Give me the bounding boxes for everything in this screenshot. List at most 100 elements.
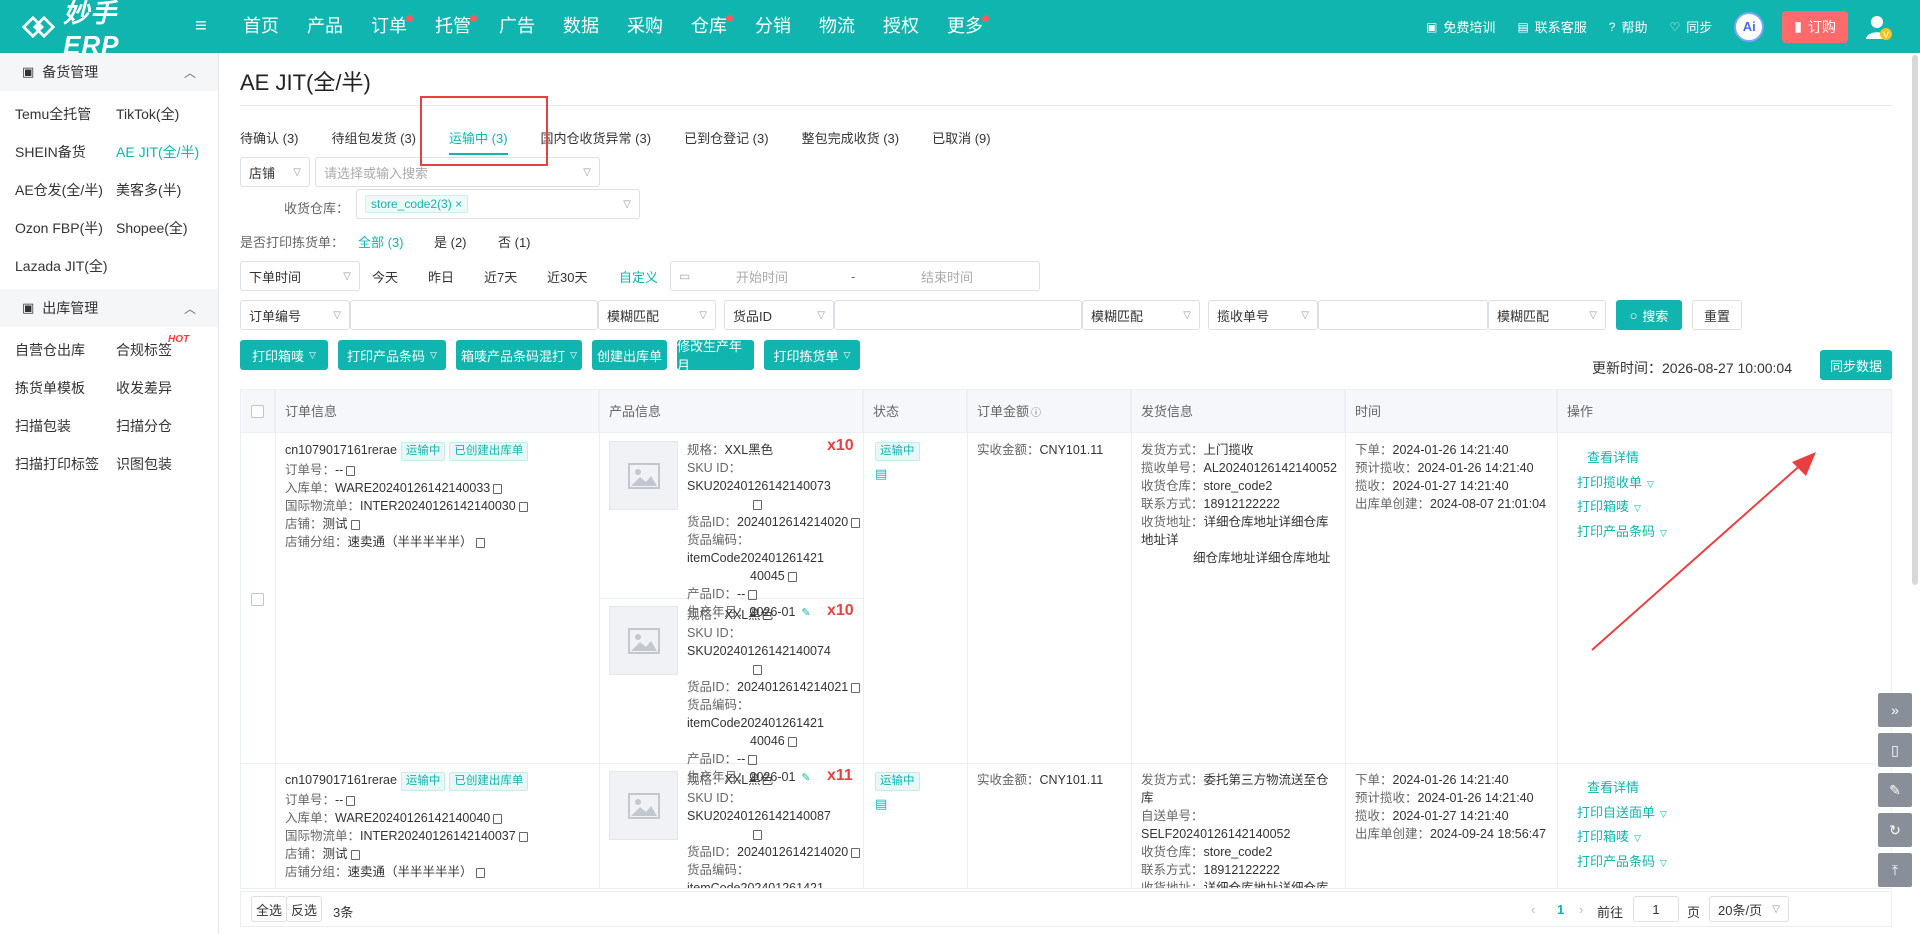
action-button[interactable]: 箱唛产品条码混打 ▽ bbox=[456, 340, 582, 370]
clipboard-icon[interactable]: ▤ bbox=[875, 465, 920, 483]
order-match-select[interactable]: 模糊匹配 ▽ bbox=[598, 300, 716, 330]
nav-item[interactable]: 产品 bbox=[293, 0, 357, 53]
sidebar-item[interactable]: 合规标签 HOT bbox=[116, 331, 234, 369]
copy-icon[interactable] bbox=[518, 831, 528, 842]
tab-status[interactable]: 已取消 (9) bbox=[932, 121, 991, 157]
nav-item[interactable]: 授权 bbox=[869, 0, 933, 53]
sync-data-button[interactable]: 同步数据 bbox=[1820, 350, 1892, 380]
nav-item[interactable]: 更多 bbox=[933, 0, 997, 53]
logo[interactable]: 妙手ERP bbox=[20, 0, 165, 61]
sidebar-item[interactable]: 扫描包装 bbox=[15, 407, 116, 445]
copy-icon[interactable] bbox=[475, 867, 485, 878]
tab-status[interactable]: 已到仓登记 (3) bbox=[684, 121, 769, 157]
sidebar-item[interactable]: Lazada JIT(全) bbox=[15, 247, 116, 285]
print-opt-yes[interactable]: 是 (2) bbox=[434, 232, 467, 251]
sidebar-item[interactable]: 拣货单模板 bbox=[15, 369, 116, 407]
copy-icon[interactable] bbox=[346, 795, 356, 806]
page-size-select[interactable]: 20条/页 ▽ bbox=[1709, 896, 1789, 922]
copy-icon[interactable] bbox=[346, 465, 356, 476]
action-button[interactable]: 修改生产年月 bbox=[677, 339, 754, 373]
product-image[interactable] bbox=[609, 441, 678, 510]
time-opt-custom[interactable]: 自定义 bbox=[619, 267, 658, 286]
copy-icon[interactable] bbox=[518, 501, 528, 512]
time-type-select[interactable]: 下单时间 ▽ bbox=[240, 261, 360, 291]
nav-item[interactable]: 订单 bbox=[357, 0, 421, 53]
sidebar-item[interactable]: 美客多(半) bbox=[116, 171, 234, 209]
copy-icon[interactable] bbox=[787, 736, 797, 747]
sidebar-item[interactable]: Shopee(全) bbox=[116, 209, 234, 247]
nav-item[interactable]: 广告 bbox=[485, 0, 549, 53]
menu-toggle-icon[interactable]: ≡ bbox=[195, 15, 219, 38]
service-link[interactable]: ▤ 联系客服 bbox=[1517, 17, 1586, 36]
search-button[interactable]: ○ 搜索 bbox=[1616, 300, 1682, 330]
pickup-field-select[interactable]: 揽收单号 ▽ bbox=[1208, 300, 1318, 330]
tab-status[interactable]: 待确认 (3) bbox=[240, 121, 299, 157]
mobile-icon[interactable]: ▯ bbox=[1878, 733, 1912, 767]
reset-button[interactable]: 重置 bbox=[1692, 300, 1742, 330]
copy-icon[interactable] bbox=[350, 849, 360, 860]
sidebar-item[interactable]: 自营仓出库 bbox=[15, 331, 116, 369]
sidebar-item[interactable]: 扫描分仓 bbox=[116, 407, 234, 445]
copy-icon[interactable] bbox=[851, 517, 861, 528]
training-link[interactable]: ▣ 免费培训 bbox=[1426, 17, 1495, 36]
collapse-icon[interactable]: » bbox=[1878, 693, 1912, 727]
tab-status[interactable]: 国内仓收货异常 (3) bbox=[541, 121, 652, 157]
tab-status[interactable]: 待组包发货 (3) bbox=[332, 121, 417, 157]
op-link[interactable]: 打印自送面单 ▽ bbox=[1577, 802, 1667, 821]
order-field-select[interactable]: 订单编号 ▽ bbox=[240, 300, 350, 330]
warehouse-chip[interactable]: store_code2(3) × bbox=[365, 195, 469, 213]
shop-type-select[interactable]: 店铺 ▽ bbox=[240, 157, 310, 187]
copy-icon[interactable] bbox=[851, 847, 861, 858]
goods-search-input[interactable] bbox=[834, 300, 1082, 330]
page-number[interactable]: 1 bbox=[1557, 902, 1564, 917]
goods-match-select[interactable]: 模糊匹配 ▽ bbox=[1082, 300, 1200, 330]
copy-icon[interactable] bbox=[753, 829, 762, 840]
close-icon[interactable]: × bbox=[455, 197, 462, 211]
copy-icon[interactable] bbox=[753, 499, 762, 510]
row-checkbox[interactable] bbox=[251, 593, 264, 606]
op-link[interactable]: 打印产品条码 ▽ bbox=[1577, 851, 1667, 870]
copy-icon[interactable] bbox=[851, 682, 861, 693]
copy-icon[interactable] bbox=[748, 589, 758, 600]
goods-field-select[interactable]: 货品ID ▽ bbox=[724, 300, 834, 330]
action-button[interactable]: 打印产品条码 ▽ bbox=[338, 340, 446, 370]
buy-button[interactable]: ▮ 订购 bbox=[1782, 10, 1848, 43]
action-button[interactable]: 创建出库单 bbox=[592, 340, 667, 370]
help-link[interactable]: ? 帮助 bbox=[1609, 17, 1648, 36]
clipboard-icon[interactable]: ▤ bbox=[875, 795, 920, 813]
date-range-picker[interactable]: ▭ 开始时间 - 结束时间 bbox=[670, 261, 1040, 291]
nav-item[interactable]: 物流 bbox=[805, 0, 869, 53]
sidebar-item[interactable]: 扫描打印标签 bbox=[15, 445, 116, 483]
copy-icon[interactable] bbox=[748, 754, 758, 765]
op-link[interactable]: 打印箱唛 ▽ bbox=[1577, 826, 1641, 845]
invert-select-button[interactable]: 反选 bbox=[286, 896, 322, 922]
copy-icon[interactable] bbox=[787, 571, 797, 582]
sidebar-item[interactable]: AE JIT(全/半) bbox=[116, 133, 234, 171]
nav-item[interactable]: 首页 bbox=[229, 0, 293, 53]
time-opt-today[interactable]: 今天 bbox=[372, 267, 398, 286]
action-button[interactable]: 打印箱唛 ▽ bbox=[240, 340, 328, 370]
prev-page-icon[interactable]: ‹ bbox=[1531, 902, 1535, 917]
action-button[interactable]: 打印拣货单 ▽ bbox=[764, 340, 860, 370]
sidebar-item[interactable]: AE仓发(全/半) bbox=[15, 171, 116, 209]
page-scrollbar[interactable] bbox=[1912, 55, 1918, 585]
print-opt-no[interactable]: 否 (1) bbox=[498, 232, 531, 251]
nav-item[interactable]: 托管 bbox=[421, 0, 485, 53]
ai-button[interactable]: Ai bbox=[1734, 11, 1765, 42]
warehouse-select[interactable]: store_code2(3) × ▽ bbox=[356, 189, 640, 219]
sidebar-item[interactable]: 识图包装 bbox=[116, 445, 234, 483]
copy-icon[interactable] bbox=[493, 813, 503, 824]
op-link[interactable]: 查看详情 bbox=[1587, 777, 1639, 796]
select-all-checkbox[interactable] bbox=[251, 405, 264, 418]
sync-link[interactable]: ♡ 同步 bbox=[1670, 17, 1713, 36]
copy-icon[interactable] bbox=[493, 483, 503, 494]
copy-icon[interactable] bbox=[350, 519, 360, 530]
nav-item[interactable]: 分销 bbox=[741, 0, 805, 53]
sidebar-item[interactable]: Temu全托管 bbox=[15, 95, 116, 133]
sidebar-item[interactable]: SHEIN备货 bbox=[15, 133, 116, 171]
nav-item[interactable]: 数据 bbox=[549, 0, 613, 53]
page-input[interactable]: 1 bbox=[1633, 896, 1679, 922]
time-opt-yesterday[interactable]: 昨日 bbox=[428, 267, 454, 286]
sidebar-group-stock[interactable]: ▣ 备货管理 ︿ bbox=[0, 53, 218, 91]
sidebar-item[interactable]: Ozon FBP(半) bbox=[15, 209, 116, 247]
